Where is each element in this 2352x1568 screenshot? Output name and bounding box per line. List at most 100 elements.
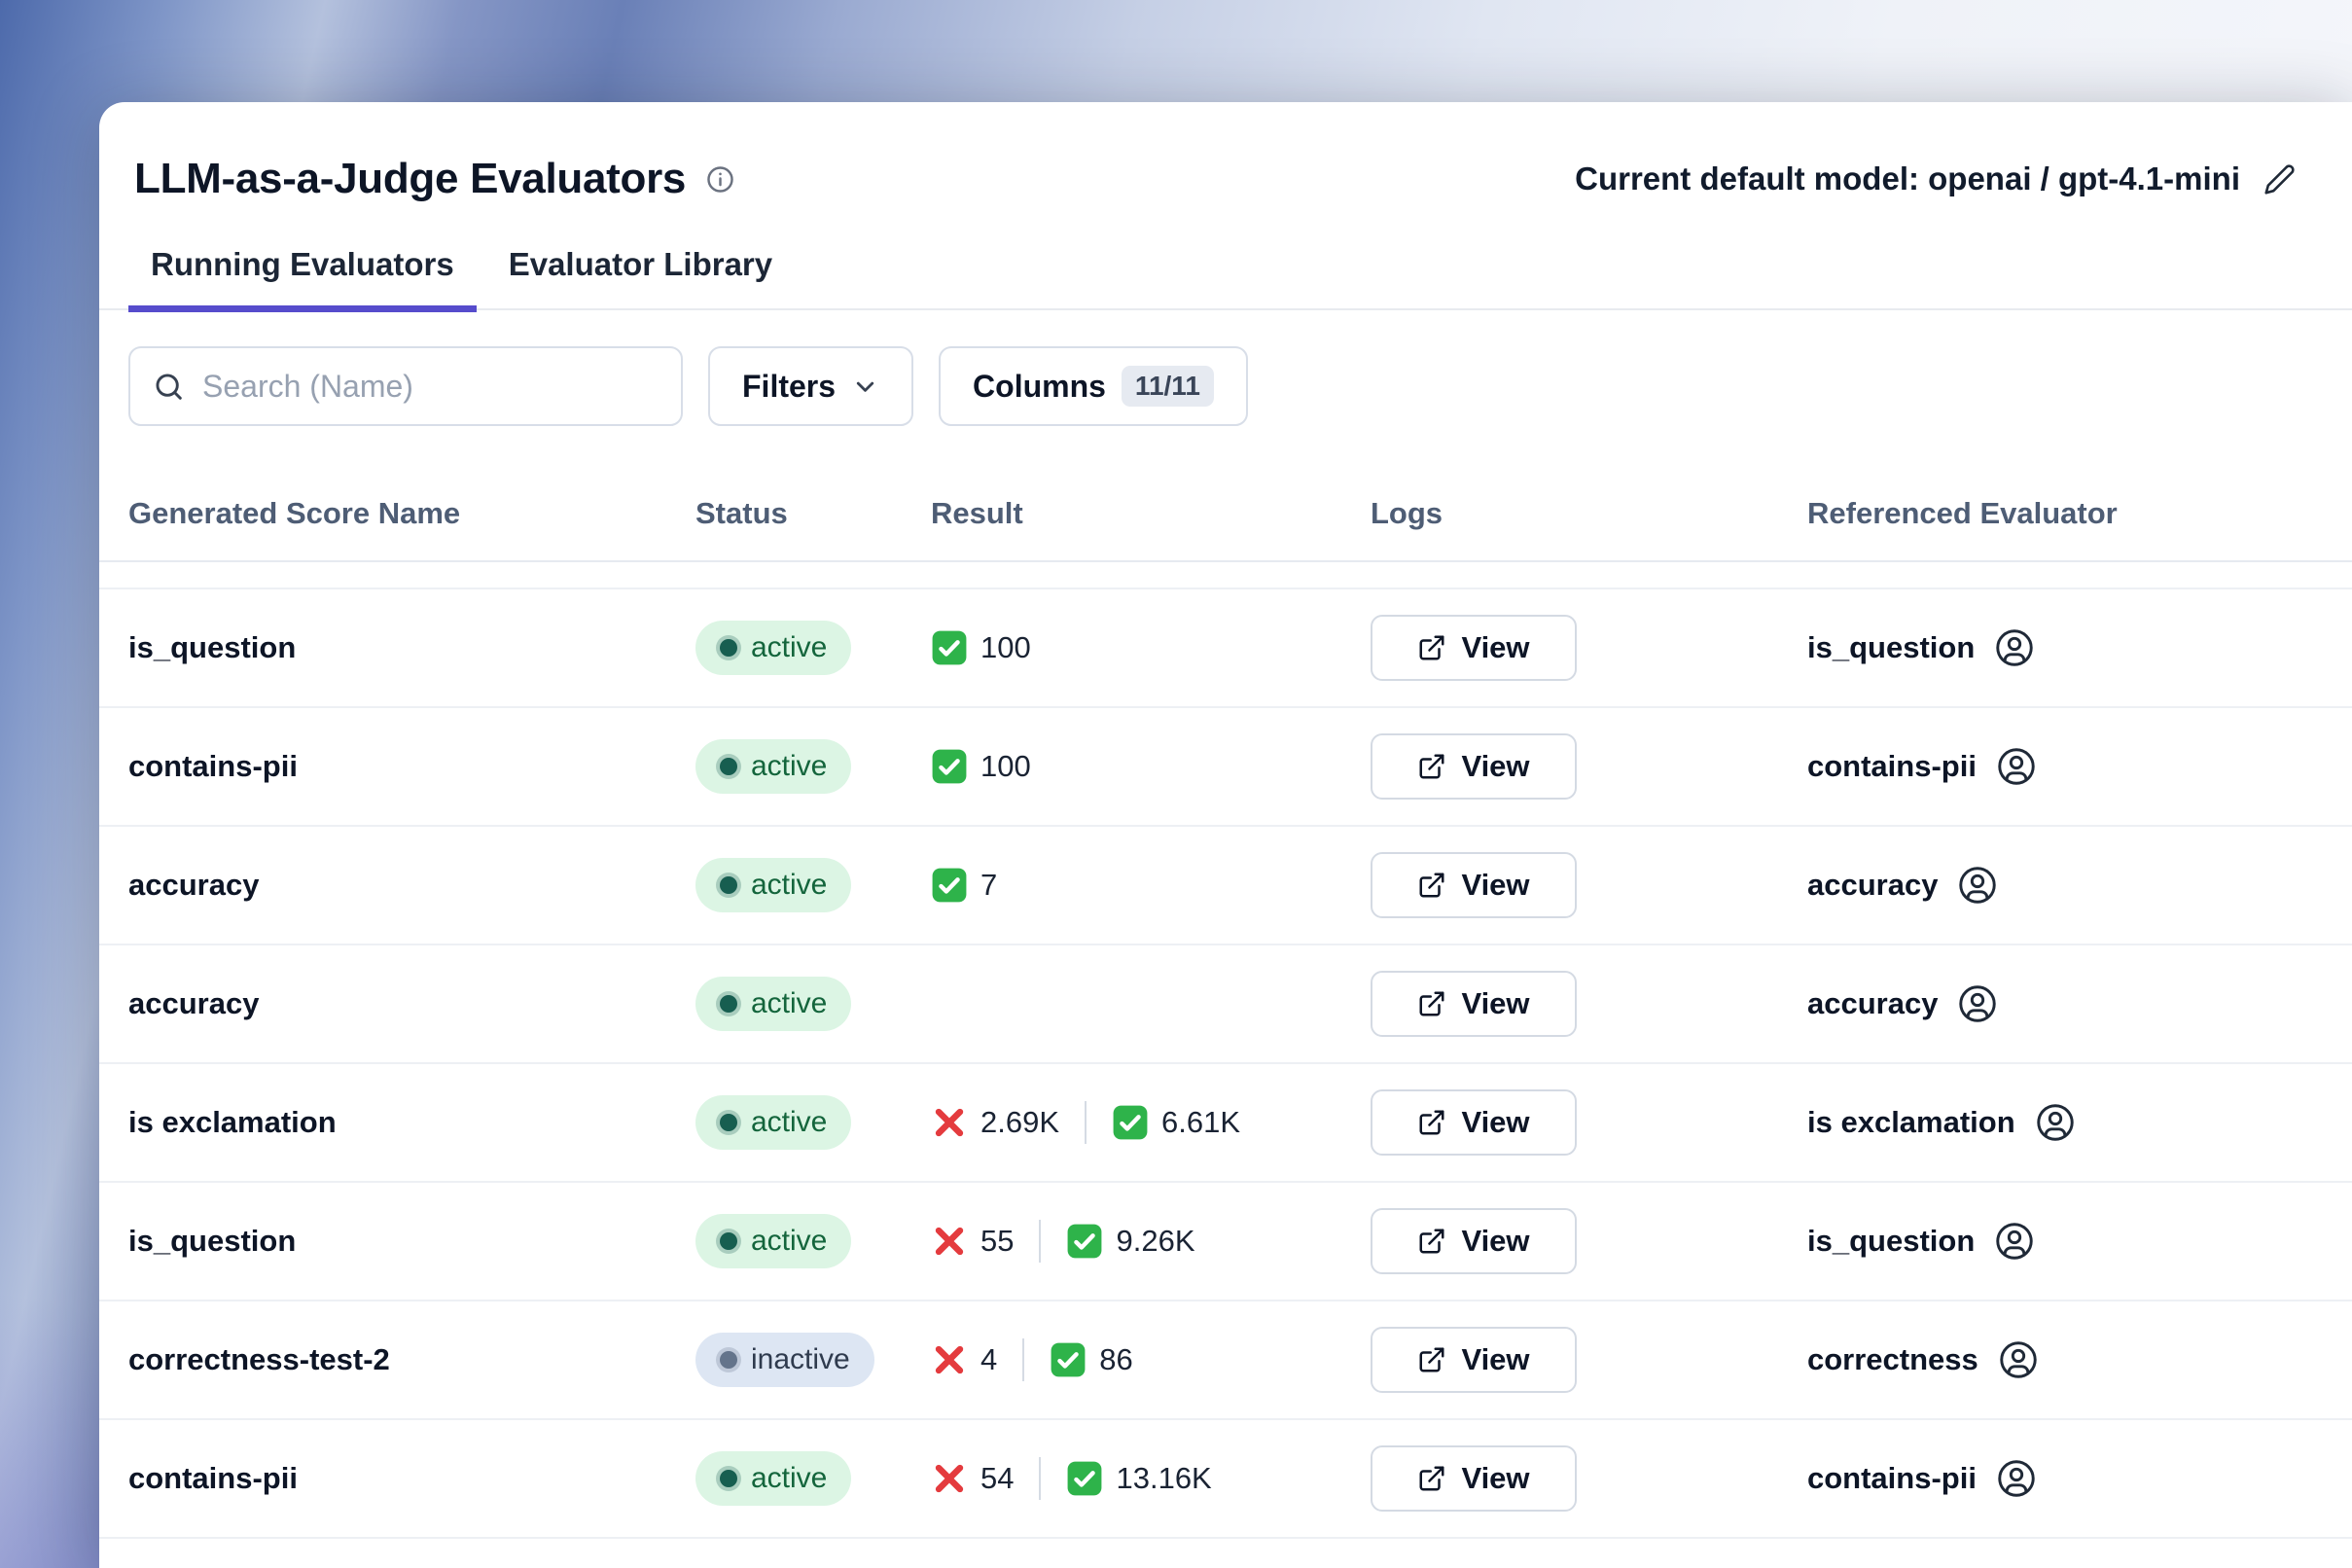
default-model-label: Current default model: openai / gpt-4.1-… (1575, 160, 2240, 197)
view-logs-button[interactable]: View (1371, 1327, 1577, 1393)
external-link-icon (1417, 633, 1446, 662)
result-separator (1085, 1101, 1087, 1144)
external-link-icon (1417, 1227, 1446, 1256)
pass-check-icon (1066, 1460, 1103, 1497)
referenced-evaluator-name: is_question (1807, 1224, 1975, 1259)
result-cell: 100 (931, 629, 1371, 666)
referenced-evaluator-name: is exclamation (1807, 1105, 2015, 1140)
user-icon (1995, 1457, 2038, 1500)
result-cell: 54 13.16K (931, 1457, 1371, 1500)
pass-count: 9.26K (1116, 1224, 1194, 1259)
user-icon (1956, 864, 1999, 907)
status-label: active (751, 1108, 827, 1137)
view-label: View (1461, 1224, 1529, 1259)
view-logs-button[interactable]: View (1371, 615, 1577, 681)
referenced-evaluator-name: is_question (1807, 630, 1975, 665)
evaluators-panel: LLM-as-a-Judge Evaluators Current defaul… (99, 102, 2352, 1568)
external-link-icon (1417, 1345, 1446, 1374)
status-dot (720, 1114, 737, 1131)
status-label: active (751, 752, 827, 781)
tab-evaluator-library[interactable]: Evaluator Library (486, 246, 795, 310)
status-dot (720, 1470, 737, 1487)
status-dot (720, 639, 737, 657)
tab-running-evaluators[interactable]: Running Evaluators (128, 246, 477, 310)
toolbar: Filters Columns 11/11 (99, 310, 2352, 426)
view-logs-button[interactable]: View (1371, 1089, 1577, 1156)
pass-check-icon (931, 629, 968, 666)
pass-count: 7 (980, 868, 997, 903)
pass-check-icon (1050, 1341, 1087, 1378)
score-name: is_question (128, 1224, 695, 1259)
fail-count: 54 (980, 1461, 1014, 1496)
view-logs-button[interactable]: View (1371, 971, 1577, 1037)
view-logs-button[interactable]: View (1371, 852, 1577, 918)
tab-label: Evaluator Library (509, 246, 772, 282)
search-box[interactable] (128, 346, 683, 426)
status-dot (720, 758, 737, 775)
col-referenced-evaluator: Referenced Evaluator (1807, 496, 2352, 531)
referenced-evaluator-name: accuracy (1807, 868, 1938, 903)
user-icon (1993, 1220, 2036, 1263)
fail-count: 55 (980, 1224, 1014, 1259)
status-label: inactive (751, 1345, 850, 1374)
status-dot (720, 995, 737, 1013)
filters-button[interactable]: Filters (708, 346, 913, 426)
score-name: accuracy (128, 868, 695, 903)
result-cell: 100 (931, 748, 1371, 785)
user-icon (1995, 745, 2038, 788)
table-row: is_question active 100 View is_question (99, 589, 2352, 708)
status-dot (720, 1232, 737, 1250)
pass-count: 86 (1099, 1342, 1132, 1377)
fail-count: 4 (980, 1342, 997, 1377)
columns-count-badge: 11/11 (1122, 366, 1214, 407)
view-logs-button[interactable]: View (1371, 733, 1577, 800)
status-label: active (751, 1227, 827, 1256)
table-row: is_question active 55 9.26K View is_quest… (99, 1183, 2352, 1301)
result-separator (1039, 1457, 1041, 1500)
tabs: Running Evaluators Evaluator Library (99, 246, 2352, 310)
page-header: LLM-as-a-Judge Evaluators Current defaul… (99, 102, 2352, 203)
result-cell: 7 (931, 867, 1371, 904)
view-label: View (1461, 868, 1529, 903)
pass-count: 13.16K (1116, 1461, 1211, 1496)
status-dot (720, 876, 737, 894)
view-logs-button[interactable]: View (1371, 1208, 1577, 1274)
col-logs: Logs (1371, 496, 1807, 531)
score-name: is exclamation (128, 1105, 695, 1140)
fail-cross-icon (931, 1223, 968, 1260)
view-label: View (1461, 1342, 1529, 1377)
view-label: View (1461, 1105, 1529, 1140)
table-row: contains-pii active 100 View contains-pi… (99, 708, 2352, 827)
pass-check-icon (1066, 1223, 1103, 1260)
status-label: active (751, 989, 827, 1018)
search-input[interactable] (202, 369, 659, 405)
table-row: accuracy active 7 View accuracy (99, 827, 2352, 945)
status-dot (720, 1351, 737, 1369)
status-label: active (751, 633, 827, 662)
fail-cross-icon (931, 1104, 968, 1141)
status-badge: active (695, 739, 851, 794)
referenced-evaluator-name: contains-pii (1807, 1461, 1977, 1496)
table-row: contains-pii active 5413.16K View contai… (99, 1420, 2352, 1539)
user-icon (1993, 626, 2036, 669)
view-label: View (1461, 986, 1529, 1021)
page-title: LLM-as-a-Judge Evaluators (134, 155, 686, 203)
search-icon (153, 371, 185, 403)
view-logs-button[interactable]: View (1371, 1445, 1577, 1512)
columns-label: Columns (973, 369, 1106, 405)
table-body: is_question active 100 View is_question (99, 589, 2352, 1539)
external-link-icon (1417, 1464, 1446, 1493)
pass-count: 100 (980, 630, 1031, 665)
table-header: Generated Score Name Status Result Logs … (99, 426, 2352, 562)
info-icon[interactable] (705, 164, 735, 195)
referenced-evaluator-name: contains-pii (1807, 749, 1977, 784)
pass-check-icon (931, 748, 968, 785)
columns-button[interactable]: Columns 11/11 (939, 346, 1248, 426)
result-separator (1039, 1220, 1041, 1263)
edit-model-icon[interactable] (2263, 163, 2296, 196)
user-icon (2034, 1101, 2077, 1144)
view-label: View (1461, 1461, 1529, 1496)
status-badge: active (695, 1451, 851, 1506)
external-link-icon (1417, 752, 1446, 781)
status-label: active (751, 1464, 827, 1493)
